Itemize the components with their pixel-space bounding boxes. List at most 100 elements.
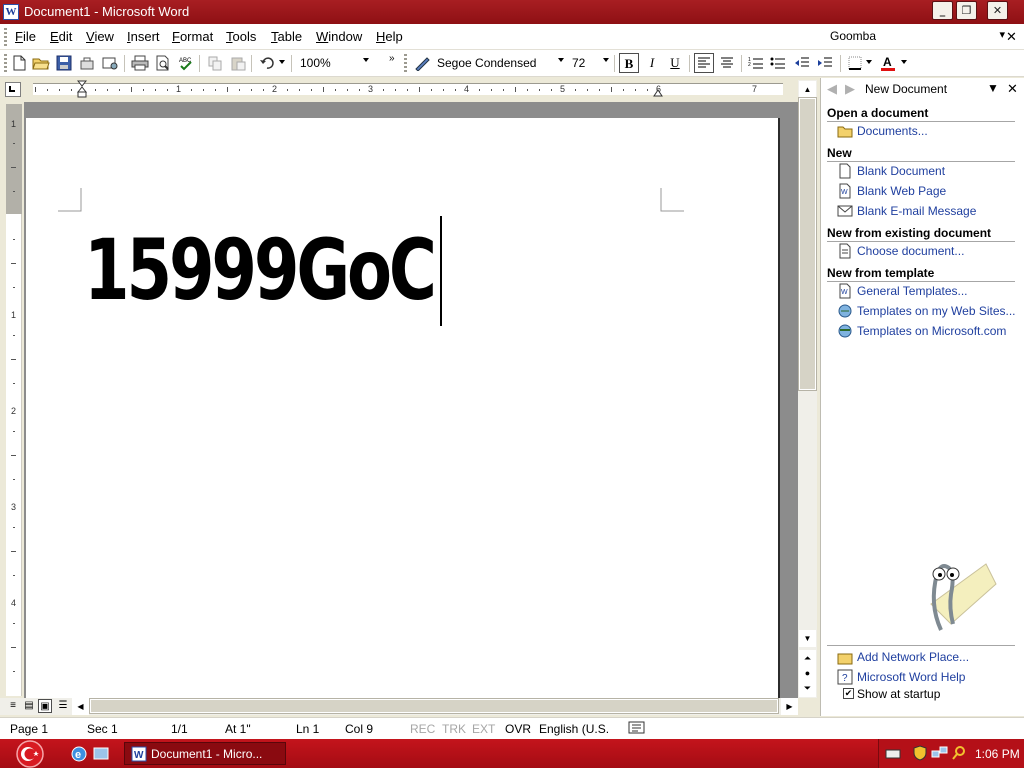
ask-a-question-box[interactable]: Goomba ▾ bbox=[825, 26, 1007, 46]
clock[interactable]: 1:06 PM bbox=[975, 747, 1020, 761]
link-blank-document[interactable]: Blank Document bbox=[857, 164, 945, 178]
ruler-strip[interactable]: 1234567 bbox=[33, 83, 783, 95]
center-icon[interactable] bbox=[717, 53, 737, 73]
start-icon[interactable] bbox=[4, 739, 56, 768]
menu-table[interactable]: Table bbox=[271, 29, 302, 44]
select-browse-object-button[interactable]: ● bbox=[799, 664, 816, 681]
borders-dropdown-icon[interactable] bbox=[866, 60, 872, 64]
menu-grip[interactable] bbox=[4, 28, 7, 46]
close-button[interactable]: ✕ bbox=[987, 1, 1008, 20]
vertical-scroll-thumb[interactable] bbox=[798, 97, 817, 391]
menu-file[interactable]: File bbox=[15, 29, 36, 44]
close-document-icon[interactable]: ✕ bbox=[1006, 29, 1017, 45]
numbering-icon[interactable]: 12 bbox=[746, 53, 766, 73]
undo-dropdown-icon[interactable] bbox=[279, 60, 285, 64]
menu-view[interactable]: View bbox=[86, 29, 114, 44]
styles-icon[interactable] bbox=[412, 53, 432, 73]
show-at-startup-checkbox[interactable]: ✔ bbox=[843, 688, 854, 699]
status-ext[interactable]: EXT bbox=[472, 722, 495, 736]
dropdown-arrow-icon[interactable]: ▾ bbox=[999, 28, 1005, 41]
next-page-button[interactable]: ⏷ bbox=[799, 680, 816, 697]
menu-help[interactable]: Help bbox=[376, 29, 403, 44]
link-general-templates[interactable]: General Templates... bbox=[857, 284, 968, 298]
horizontal-ruler[interactable]: 1234567 bbox=[25, 80, 795, 100]
network-icon[interactable] bbox=[931, 745, 949, 761]
status-trk[interactable]: TRK bbox=[442, 722, 466, 736]
taskbar-word-button[interactable]: W Document1 - Micro... bbox=[124, 742, 286, 765]
document-area[interactable]: 15999GoC bbox=[24, 102, 798, 698]
keyboard-icon[interactable] bbox=[885, 747, 901, 761]
toolbar-grip[interactable] bbox=[4, 54, 7, 73]
vertical-scrollbar[interactable]: ▲ ▼ ⏶ ● ⏷ bbox=[798, 80, 817, 698]
task-pane-menu-icon[interactable]: ▼ bbox=[987, 81, 999, 95]
menu-format[interactable]: Format bbox=[172, 29, 213, 44]
scroll-right-button[interactable]: ▶ bbox=[781, 698, 798, 715]
menu-tools[interactable]: Tools bbox=[226, 29, 256, 44]
print-icon[interactable] bbox=[130, 53, 150, 73]
tab-selector[interactable] bbox=[5, 82, 21, 97]
shield-icon[interactable] bbox=[913, 745, 927, 761]
word-app-icon[interactable]: W bbox=[3, 4, 19, 20]
close-task-pane-icon[interactable]: ✕ bbox=[1007, 81, 1018, 97]
outline-view-icon[interactable]: ☰ bbox=[56, 699, 70, 713]
restore-button[interactable]: ❐ bbox=[956, 1, 977, 20]
bold-button[interactable]: B bbox=[619, 53, 639, 73]
zoom-combo[interactable]: 100% bbox=[297, 53, 371, 73]
link-choose-document[interactable]: Choose document... bbox=[857, 244, 964, 258]
copy-icon[interactable] bbox=[205, 53, 225, 73]
chevron-down-icon[interactable] bbox=[363, 58, 369, 62]
chevron-down-icon[interactable] bbox=[603, 58, 609, 62]
status-line[interactable]: Ln 1 bbox=[296, 722, 319, 736]
spelling-icon[interactable]: ABC bbox=[176, 53, 196, 73]
horizontal-scrollbar[interactable]: ≡ ▤ ▣ ☰ ◀ ▶ bbox=[0, 698, 798, 715]
vertical-ruler[interactable]: 1 1 2 3 4 bbox=[6, 104, 22, 696]
link-templates-web-sites[interactable]: Templates on my Web Sites... bbox=[857, 304, 1016, 318]
font-color-icon[interactable]: A bbox=[878, 53, 898, 73]
horizontal-scroll-thumb[interactable] bbox=[89, 698, 779, 714]
paste-icon[interactable] bbox=[228, 53, 248, 73]
status-pages[interactable]: 1/1 bbox=[171, 722, 188, 736]
scroll-up-button[interactable]: ▲ bbox=[799, 81, 816, 98]
status-section[interactable]: Sec 1 bbox=[87, 722, 118, 736]
link-documents[interactable]: Documents... bbox=[857, 124, 928, 138]
status-page[interactable]: Page 1 bbox=[10, 722, 48, 736]
status-language[interactable]: English (U.S. bbox=[539, 722, 609, 736]
status-at[interactable]: At 1" bbox=[225, 722, 251, 736]
menu-edit[interactable]: Edit bbox=[50, 29, 72, 44]
minimize-button[interactable]: _ bbox=[932, 1, 953, 20]
document-text[interactable]: 15999GoC bbox=[84, 228, 437, 312]
increase-indent-icon[interactable] bbox=[815, 53, 835, 73]
save-icon[interactable] bbox=[54, 53, 74, 73]
status-column[interactable]: Col 9 bbox=[345, 722, 373, 736]
menu-insert[interactable]: Insert bbox=[127, 29, 160, 44]
font-color-dropdown-icon[interactable] bbox=[901, 60, 907, 64]
back-arrow-icon[interactable]: ◀ bbox=[827, 81, 837, 97]
normal-view-icon[interactable]: ≡ bbox=[6, 699, 20, 713]
spelling-status-icon[interactable] bbox=[628, 721, 646, 735]
link-blank-email[interactable]: Blank E-mail Message bbox=[857, 204, 976, 218]
chevron-down-icon[interactable] bbox=[558, 58, 564, 62]
underline-button[interactable]: U bbox=[665, 53, 685, 73]
search-icon[interactable] bbox=[951, 745, 967, 761]
undo-icon[interactable] bbox=[257, 53, 277, 73]
print-layout-view-icon[interactable]: ▣ bbox=[38, 699, 52, 713]
bullets-icon[interactable] bbox=[768, 53, 788, 73]
toolbar-options-icon[interactable]: » bbox=[389, 53, 395, 64]
status-ovr[interactable]: OVR bbox=[505, 722, 531, 736]
open-icon[interactable] bbox=[31, 53, 51, 73]
right-indent-icon[interactable] bbox=[653, 86, 663, 100]
permission-icon[interactable] bbox=[77, 53, 97, 73]
first-line-indent-icon[interactable] bbox=[76, 80, 88, 101]
web-layout-view-icon[interactable]: ▤ bbox=[22, 699, 36, 713]
ie-icon[interactable]: e bbox=[70, 745, 88, 763]
italic-button[interactable]: I bbox=[642, 53, 662, 73]
email-icon[interactable] bbox=[100, 53, 120, 73]
link-word-help[interactable]: Microsoft Word Help bbox=[857, 670, 965, 684]
font-size-combo[interactable]: 72 bbox=[569, 53, 611, 73]
desktop-icon[interactable] bbox=[92, 745, 110, 763]
status-rec[interactable]: REC bbox=[410, 722, 435, 736]
align-left-icon[interactable] bbox=[694, 53, 714, 73]
font-name-combo[interactable]: Segoe Condensed bbox=[434, 53, 566, 73]
link-blank-web-page[interactable]: Blank Web Page bbox=[857, 184, 946, 198]
menu-window[interactable]: Window bbox=[316, 29, 362, 44]
